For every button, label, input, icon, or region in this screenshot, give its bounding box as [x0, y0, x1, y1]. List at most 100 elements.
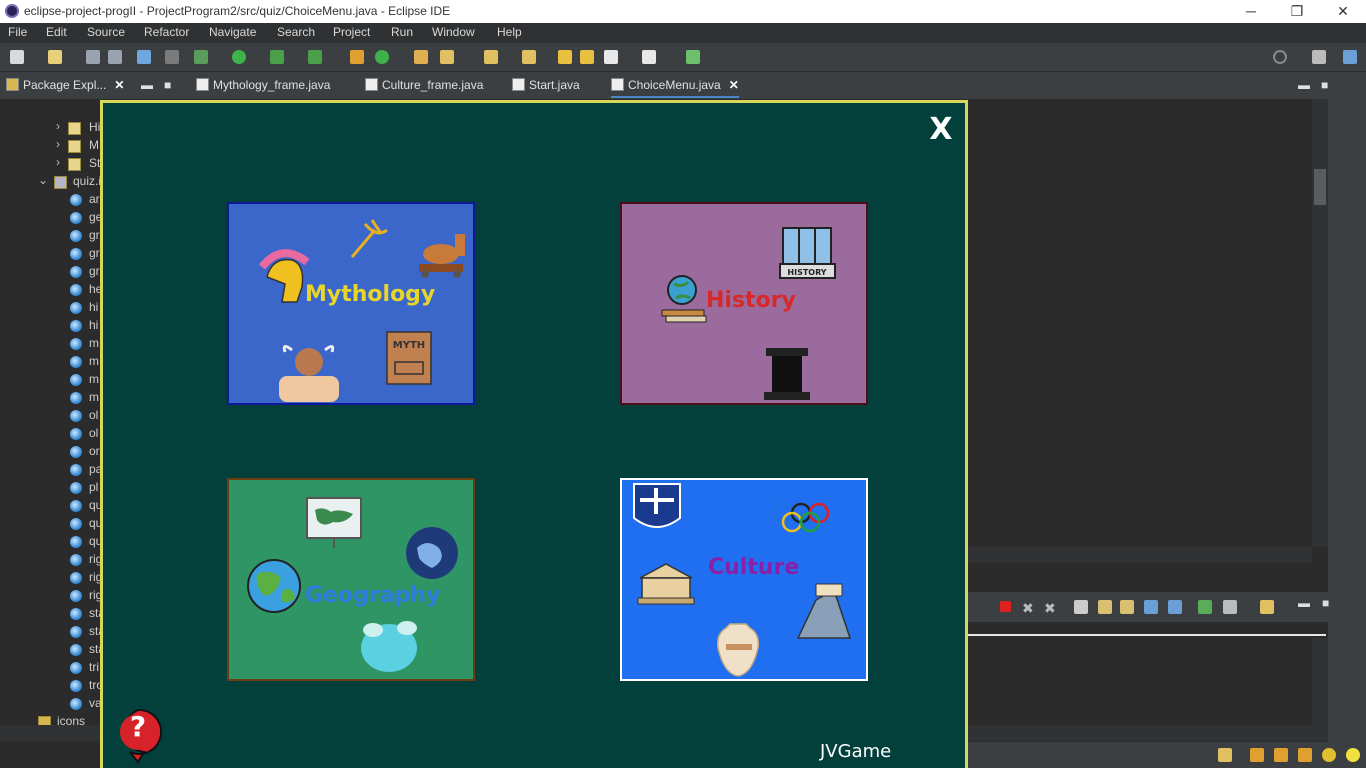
restore-button[interactable]: ❐ — [1274, 0, 1320, 23]
word-wrap-icon[interactable] — [1120, 600, 1134, 614]
tree-item[interactable]: hi — [0, 299, 101, 317]
new-class-icon[interactable] — [375, 50, 389, 64]
tree-item[interactable]: m — [0, 371, 101, 389]
last-edit-icon[interactable] — [558, 50, 572, 64]
maximize-view-button[interactable]: ■ — [164, 76, 171, 98]
next-annotation-icon[interactable] — [484, 50, 498, 64]
chevron-right-icon[interactable]: › — [56, 137, 60, 151]
search-icon[interactable] — [1273, 50, 1287, 64]
close-icon[interactable]: ✕ — [114, 78, 124, 92]
tab-mythology-frame[interactable]: Mythology_frame.java — [196, 76, 330, 98]
explorer-hscrollbar[interactable] — [0, 725, 101, 741]
new-icon[interactable] — [10, 50, 24, 64]
close-window-button[interactable]: ✕ — [1320, 0, 1366, 23]
save-all-icon[interactable] — [108, 50, 122, 64]
terminate-icon[interactable] — [1000, 601, 1011, 612]
tree-item[interactable]: va — [0, 695, 102, 713]
menu-navigate[interactable]: Navigate — [209, 25, 256, 39]
terminal-icon[interactable] — [137, 50, 151, 64]
tree-item[interactable]: sta — [0, 641, 105, 659]
status-icon[interactable] — [1218, 748, 1232, 762]
tree-item[interactable]: › Hi — [0, 119, 101, 137]
remove-launch-icon[interactable]: ✖ — [1022, 600, 1036, 616]
menu-refactor[interactable]: Refactor — [144, 25, 189, 39]
new-window-icon[interactable] — [686, 50, 700, 64]
show-stderr-icon[interactable] — [1168, 600, 1182, 614]
scroll-lock-icon[interactable] — [1098, 600, 1112, 614]
mythology-category-button[interactable]: MYTH Mythology — [227, 202, 475, 405]
tree-item[interactable]: rig — [0, 551, 102, 569]
tree-item[interactable]: m — [0, 389, 101, 407]
tree-item[interactable]: › M — [0, 137, 101, 155]
tree-item[interactable]: rig — [0, 569, 102, 587]
minimize-view-button[interactable]: ▬ — [141, 76, 153, 98]
tree-item[interactable]: gr — [0, 227, 101, 245]
console-output[interactable] — [968, 634, 1326, 726]
remove-all-icon[interactable]: ✖ — [1044, 600, 1058, 616]
pin-console-icon[interactable] — [1198, 600, 1212, 614]
tip-icon[interactable] — [1346, 748, 1360, 762]
menu-help[interactable]: Help — [497, 25, 522, 39]
status-icon[interactable] — [1250, 748, 1264, 762]
tab-start[interactable]: Start.java — [512, 76, 580, 98]
scroll-thumb[interactable] — [1314, 169, 1326, 205]
tree-item[interactable]: qu — [0, 515, 102, 533]
menu-source[interactable]: Source — [87, 25, 125, 39]
display-console-icon[interactable] — [1223, 600, 1237, 614]
minimize-console-button[interactable]: ▬ — [1298, 596, 1312, 610]
open-type-icon[interactable] — [48, 50, 62, 64]
editor-area[interactable] — [968, 99, 1312, 547]
geography-category-button[interactable]: Geography — [227, 478, 475, 681]
tree-item[interactable]: sta — [0, 623, 105, 641]
tree-item[interactable]: m — [0, 353, 101, 371]
menu-project[interactable]: Project — [333, 25, 370, 39]
menu-search[interactable]: Search — [277, 25, 315, 39]
console-hscrollbar[interactable] — [968, 725, 1328, 741]
tree-item[interactable]: gr — [0, 245, 101, 263]
tree-item[interactable]: qu — [0, 533, 102, 551]
chevron-right-icon[interactable]: › — [56, 155, 60, 169]
editor-vscrollbar[interactable] — [1312, 99, 1328, 547]
open-folder-icon[interactable] — [414, 50, 428, 64]
tab-choicemenu[interactable]: ChoiceMenu.java ✕ — [611, 76, 739, 98]
tree-item[interactable]: rig — [0, 587, 102, 605]
status-icon[interactable] — [1322, 748, 1336, 762]
java-perspective-icon[interactable] — [1343, 50, 1357, 64]
tab-package-explorer[interactable]: Package Expl... ✕ — [6, 76, 124, 98]
tree-item[interactable]: ar — [0, 191, 101, 209]
run-icon[interactable] — [232, 50, 246, 64]
prev-annotation-icon[interactable] — [522, 50, 536, 64]
new-console-icon[interactable] — [1260, 600, 1274, 614]
close-game-button[interactable]: X — [928, 115, 954, 145]
tree-item[interactable]: he — [0, 281, 102, 299]
minimize-button[interactable]: ─ — [1228, 0, 1274, 23]
maximize-console-button[interactable]: ■ — [1322, 596, 1336, 610]
tree-item[interactable]: tri — [0, 659, 101, 677]
external-tools-icon[interactable] — [308, 50, 322, 64]
clear-console-icon[interactable] — [1074, 600, 1088, 614]
tree-item[interactable]: or — [0, 443, 101, 461]
perspective-icon[interactable] — [1312, 50, 1326, 64]
tree-item[interactable]: hi — [0, 317, 101, 335]
coverage-icon[interactable] — [270, 50, 284, 64]
tree-item[interactable]: pl — [0, 479, 101, 497]
tree-item[interactable]: tro — [0, 677, 103, 695]
menu-run[interactable]: Run — [391, 25, 413, 39]
tree-item-quiz[interactable]: ⌄ quiz.i — [0, 173, 101, 191]
status-icon[interactable] — [1298, 748, 1312, 762]
minimize-editor-button[interactable]: ▬ — [1298, 76, 1310, 98]
tree-item[interactable]: pa — [0, 461, 102, 479]
forward-icon[interactable] — [642, 50, 656, 64]
new-package-icon[interactable] — [350, 50, 364, 64]
chevron-down-icon[interactable]: ⌄ — [38, 173, 48, 187]
tree-item[interactable]: ol — [0, 425, 101, 443]
tree-item[interactable]: ol — [0, 407, 101, 425]
show-stdout-icon[interactable] — [1144, 600, 1158, 614]
history-category-button[interactable]: HISTORY History — [620, 202, 868, 405]
chevron-right-icon[interactable]: › — [56, 119, 60, 133]
close-icon[interactable]: ✕ — [729, 78, 739, 92]
tree-item[interactable]: m — [0, 335, 101, 353]
editor-hscrollbar[interactable] — [968, 547, 1312, 563]
tree-item[interactable]: ge — [0, 209, 102, 227]
menu-file[interactable]: File — [8, 25, 27, 39]
